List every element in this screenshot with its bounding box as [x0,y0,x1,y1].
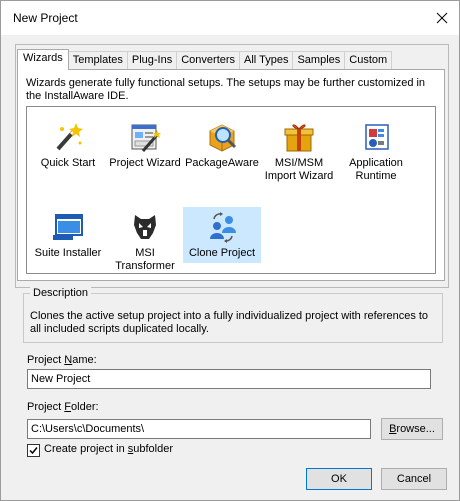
wizard-list[interactable]: Quick Start Project Wizard PackageAware … [26,106,436,274]
wizard-label: PackageAware [185,157,259,169]
tab-plug-ins[interactable]: Plug-Ins [126,51,178,70]
wizard-label: Clone Project [188,247,256,259]
wizard-packageaware[interactable]: PackageAware [183,121,261,170]
wizard-label: Suite Installer [34,247,102,259]
close-button[interactable] [425,1,459,35]
label-text: ame: [72,354,97,366]
new-project-dialog: New Project Wizards Templates Plug-Ins C… [0,0,460,501]
wizard-label: Application Runtime [349,157,403,182]
browse-button[interactable]: Browse... [381,418,443,440]
label-text: Project [27,401,65,413]
wizard-msi-transformer[interactable]: MSI Transformer [106,211,184,273]
checkmark-icon [29,447,38,455]
gift-box-icon [283,121,315,153]
tab-custom[interactable]: Custom [344,51,393,70]
close-icon [436,12,448,24]
project-name-label: Project Name: [27,354,97,366]
window-title: New Project [13,11,78,25]
tab-templates[interactable]: Templates [67,51,128,70]
transformer-mask-icon [129,211,161,243]
monitor-window-icon [52,211,84,243]
wizard-label: MSI Transformer [115,247,175,272]
label-text: Create project in [44,443,128,455]
dialog-client: Wizards Templates Plug-Ins Converters Al… [1,35,459,500]
tab-samples[interactable]: Samples [292,51,346,70]
label-text: older: [71,401,99,413]
magnifier-package-icon [206,121,238,153]
ok-button[interactable]: OK [306,468,372,490]
wizard-quick-start[interactable]: Quick Start [29,121,107,170]
wizard-label: Project Wizard [109,157,181,169]
label-text: rowse... [396,423,435,435]
tab-strip: Wizards Templates Plug-Ins Converters Al… [17,49,393,70]
subfolder-label[interactable]: Create project in subfolder [44,443,173,455]
project-wizard-icon [129,121,161,153]
wizard-project-wizard[interactable]: Project Wizard [106,121,184,170]
wizard-label: Quick Start [40,157,96,169]
clone-users-icon [206,211,238,243]
magic-wand-icon [52,121,84,153]
tab-converters[interactable]: Converters [176,51,241,70]
project-name-input[interactable]: New Project [27,369,431,389]
wizard-suite-installer[interactable]: Suite Installer [29,211,107,260]
label-text: Project [27,354,65,366]
title-bar: New Project [1,1,459,35]
cancel-button[interactable]: Cancel [381,468,447,490]
wizard-application-runtime[interactable]: Application Runtime [337,121,415,183]
wizard-msi-msm-import[interactable]: MSI/MSM Import Wizard [260,121,338,183]
description-legend: Description [30,287,92,299]
description-group: Description Clones the active setup proj… [23,287,443,343]
subfolder-checkbox[interactable] [27,444,40,457]
project-folder-input[interactable]: C:\Users\c\Documents\ [27,419,371,439]
wizard-clone-project[interactable]: Clone Project [183,207,261,263]
description-text: Clones the active setup project into a f… [30,310,429,335]
wizard-label: MSI/MSM Import Wizard [264,157,334,182]
application-runtime-icon [360,121,392,153]
label-text: ubfolder [133,443,174,455]
wizards-description: Wizards generate fully functional setups… [26,77,426,102]
tab-all-types[interactable]: All Types [239,51,294,70]
project-folder-label: Project Folder: [27,401,99,413]
tab-wizards[interactable]: Wizards [17,49,69,70]
wizards-panel: Wizards generate fully functional setups… [17,69,445,281]
